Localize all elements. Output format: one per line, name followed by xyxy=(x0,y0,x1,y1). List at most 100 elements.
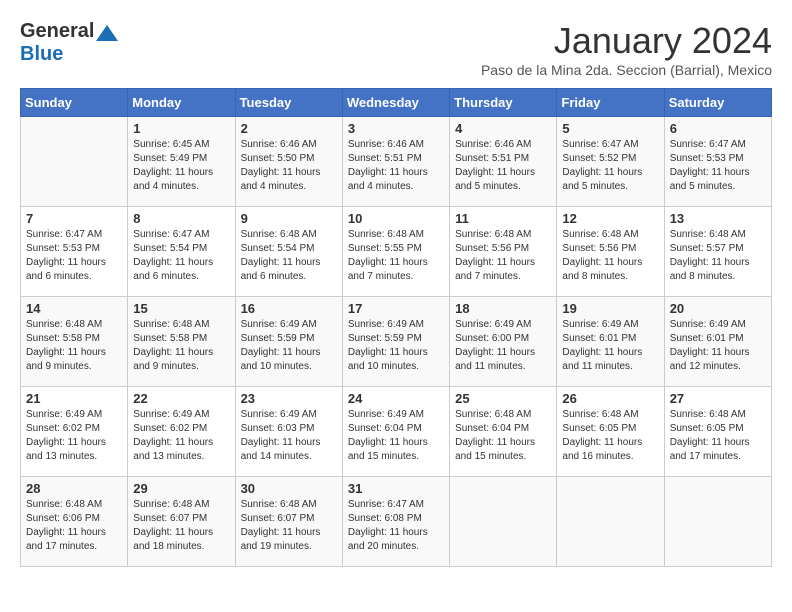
calendar-week-4: 21 Sunrise: 6:49 AM Sunset: 6:02 PM Dayli… xyxy=(21,387,772,477)
calendar-week-1: 1 Sunrise: 6:45 AM Sunset: 5:49 PM Daylig… xyxy=(21,117,772,207)
day-number: 2 xyxy=(241,121,337,136)
calendar-cell: 19Sunrise: 6:49 AM Sunset: 6:01 PM Dayli… xyxy=(557,297,664,387)
day-number: 11 xyxy=(455,211,551,226)
calendar-cell: 28 Sunrise: 6:48 AM Sunset: 6:06 PM Dayli… xyxy=(21,477,128,567)
title-area: January 2024 Paso de la Mina 2da. Seccio… xyxy=(481,20,772,78)
day-number: 27 xyxy=(670,391,766,406)
calendar-cell xyxy=(21,117,128,207)
day-info: Sunrise: 6:48 AM Sunset: 5:58 PM Dayligh… xyxy=(26,318,122,374)
day-number: 10 xyxy=(348,211,444,226)
calendar-cell: 6Sunrise: 6:47 AM Sunset: 5:53 PM Daylig… xyxy=(664,117,771,207)
calendar-cell: 31 Sunrise: 6:47 AM Sunset: 6:08 PM Dayli… xyxy=(342,477,449,567)
day-number: 5 xyxy=(562,121,658,136)
calendar-cell: 3 Sunrise: 6:46 AM Sunset: 5:51 PM Daylig… xyxy=(342,117,449,207)
calendar-cell: 29 Sunrise: 6:48 AM Sunset: 6:07 PM Dayli… xyxy=(128,477,235,567)
day-info: Sunrise: 6:48 AM Sunset: 5:57 PM Dayligh… xyxy=(670,228,766,284)
header-thursday: Thursday xyxy=(450,89,557,117)
calendar-cell: 18 Sunrise: 6:49 AM Sunset: 6:00 PM Dayli… xyxy=(450,297,557,387)
day-info: Sunrise: 6:48 AM Sunset: 5:58 PM Dayligh… xyxy=(133,318,229,374)
calendar-cell: 21 Sunrise: 6:49 AM Sunset: 6:02 PM Dayli… xyxy=(21,387,128,477)
day-info: Sunrise: 6:47 AM Sunset: 5:53 PM Dayligh… xyxy=(670,138,766,194)
day-info: Sunrise: 6:48 AM Sunset: 6:05 PM Dayligh… xyxy=(670,408,766,464)
day-info: Sunrise: 6:48 AM Sunset: 5:55 PM Dayligh… xyxy=(348,228,444,284)
day-info: Sunrise: 6:49 AM Sunset: 6:00 PM Dayligh… xyxy=(455,318,551,374)
day-number: 20 xyxy=(670,301,766,316)
day-info: Sunrise: 6:48 AM Sunset: 6:04 PM Dayligh… xyxy=(455,408,551,464)
calendar-cell: 10 Sunrise: 6:48 AM Sunset: 5:55 PM Dayli… xyxy=(342,207,449,297)
day-info: Sunrise: 6:49 AM Sunset: 6:01 PM Dayligh… xyxy=(562,318,658,374)
day-info: Sunrise: 6:48 AM Sunset: 5:56 PM Dayligh… xyxy=(455,228,551,284)
calendar-cell: 30 Sunrise: 6:48 AM Sunset: 6:07 PM Dayli… xyxy=(235,477,342,567)
logo-icon xyxy=(96,25,118,41)
day-number: 30 xyxy=(241,481,337,496)
calendar-cell: 23Sunrise: 6:49 AM Sunset: 6:03 PM Dayli… xyxy=(235,387,342,477)
calendar-cell: 25 Sunrise: 6:48 AM Sunset: 6:04 PM Dayli… xyxy=(450,387,557,477)
day-info: Sunrise: 6:48 AM Sunset: 6:06 PM Dayligh… xyxy=(26,498,122,554)
day-number: 14 xyxy=(26,301,122,316)
day-number: 9 xyxy=(241,211,337,226)
day-number: 31 xyxy=(348,481,444,496)
calendar-cell: 20 Sunrise: 6:49 AM Sunset: 6:01 PM Dayli… xyxy=(664,297,771,387)
calendar-week-2: 7 Sunrise: 6:47 AM Sunset: 5:53 PM Daylig… xyxy=(21,207,772,297)
day-number: 23 xyxy=(241,391,337,406)
calendar-cell: 14 Sunrise: 6:48 AM Sunset: 5:58 PM Dayli… xyxy=(21,297,128,387)
calendar-cell: 2 Sunrise: 6:46 AM Sunset: 5:50 PM Daylig… xyxy=(235,117,342,207)
calendar-cell: 26Sunrise: 6:48 AM Sunset: 6:05 PM Dayli… xyxy=(557,387,664,477)
calendar-cell: 8Sunrise: 6:47 AM Sunset: 5:54 PM Daylig… xyxy=(128,207,235,297)
header-sunday: Sunday xyxy=(21,89,128,117)
header-tuesday: Tuesday xyxy=(235,89,342,117)
day-info: Sunrise: 6:49 AM Sunset: 6:04 PM Dayligh… xyxy=(348,408,444,464)
day-info: Sunrise: 6:46 AM Sunset: 5:50 PM Dayligh… xyxy=(241,138,337,194)
calendar-cell xyxy=(450,477,557,567)
calendar-cell: 5Sunrise: 6:47 AM Sunset: 5:52 PM Daylig… xyxy=(557,117,664,207)
calendar-cell: 17 Sunrise: 6:49 AM Sunset: 5:59 PM Dayli… xyxy=(342,297,449,387)
day-number: 15 xyxy=(133,301,229,316)
day-info: Sunrise: 6:49 AM Sunset: 6:01 PM Dayligh… xyxy=(670,318,766,374)
calendar-cell xyxy=(664,477,771,567)
logo-blue-text: Blue xyxy=(20,43,63,66)
logo-general-text: General xyxy=(20,20,94,43)
day-info: Sunrise: 6:47 AM Sunset: 5:53 PM Dayligh… xyxy=(26,228,122,284)
calendar-cell: 13 Sunrise: 6:48 AM Sunset: 5:57 PM Dayli… xyxy=(664,207,771,297)
day-number: 3 xyxy=(348,121,444,136)
day-number: 17 xyxy=(348,301,444,316)
calendar-cell: 4 Sunrise: 6:46 AM Sunset: 5:51 PM Daylig… xyxy=(450,117,557,207)
day-number: 16 xyxy=(241,301,337,316)
day-info: Sunrise: 6:46 AM Sunset: 5:51 PM Dayligh… xyxy=(455,138,551,194)
day-info: Sunrise: 6:46 AM Sunset: 5:51 PM Dayligh… xyxy=(348,138,444,194)
calendar-table: SundayMondayTuesdayWednesdayThursdayFrid… xyxy=(20,88,772,567)
location-subtitle: Paso de la Mina 2da. Seccion (Barrial), … xyxy=(481,62,772,78)
header-friday: Friday xyxy=(557,89,664,117)
month-title: January 2024 xyxy=(481,20,772,62)
calendar-cell xyxy=(557,477,664,567)
calendar-cell: 9 Sunrise: 6:48 AM Sunset: 5:54 PM Daylig… xyxy=(235,207,342,297)
day-number: 7 xyxy=(26,211,122,226)
day-number: 22 xyxy=(133,391,229,406)
day-info: Sunrise: 6:47 AM Sunset: 6:08 PM Dayligh… xyxy=(348,498,444,554)
calendar-cell: 22Sunrise: 6:49 AM Sunset: 6:02 PM Dayli… xyxy=(128,387,235,477)
day-number: 13 xyxy=(670,211,766,226)
day-info: Sunrise: 6:45 AM Sunset: 5:49 PM Dayligh… xyxy=(133,138,229,194)
calendar-week-3: 14 Sunrise: 6:48 AM Sunset: 5:58 PM Dayli… xyxy=(21,297,772,387)
day-info: Sunrise: 6:49 AM Sunset: 6:02 PM Dayligh… xyxy=(26,408,122,464)
calendar-cell: 24 Sunrise: 6:49 AM Sunset: 6:04 PM Dayli… xyxy=(342,387,449,477)
calendar-cell: 12Sunrise: 6:48 AM Sunset: 5:56 PM Dayli… xyxy=(557,207,664,297)
calendar-cell: 15 Sunrise: 6:48 AM Sunset: 5:58 PM Dayli… xyxy=(128,297,235,387)
day-number: 28 xyxy=(26,481,122,496)
day-info: Sunrise: 6:49 AM Sunset: 5:59 PM Dayligh… xyxy=(348,318,444,374)
day-number: 21 xyxy=(26,391,122,406)
day-number: 29 xyxy=(133,481,229,496)
day-number: 4 xyxy=(455,121,551,136)
calendar-cell: 16Sunrise: 6:49 AM Sunset: 5:59 PM Dayli… xyxy=(235,297,342,387)
calendar-cell: 7 Sunrise: 6:47 AM Sunset: 5:53 PM Daylig… xyxy=(21,207,128,297)
day-info: Sunrise: 6:48 AM Sunset: 5:54 PM Dayligh… xyxy=(241,228,337,284)
day-number: 1 xyxy=(133,121,229,136)
calendar-cell: 11 Sunrise: 6:48 AM Sunset: 5:56 PM Dayli… xyxy=(450,207,557,297)
header-saturday: Saturday xyxy=(664,89,771,117)
day-number: 18 xyxy=(455,301,551,316)
day-number: 25 xyxy=(455,391,551,406)
day-info: Sunrise: 6:48 AM Sunset: 6:07 PM Dayligh… xyxy=(133,498,229,554)
day-number: 24 xyxy=(348,391,444,406)
day-info: Sunrise: 6:48 AM Sunset: 6:07 PM Dayligh… xyxy=(241,498,337,554)
calendar-cell: 27 Sunrise: 6:48 AM Sunset: 6:05 PM Dayli… xyxy=(664,387,771,477)
